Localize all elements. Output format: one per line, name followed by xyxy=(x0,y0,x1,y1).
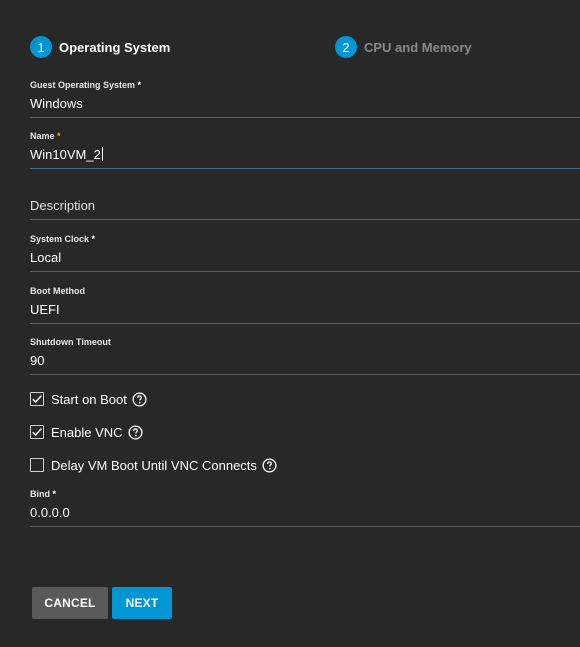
help-icon[interactable] xyxy=(132,391,147,407)
field-underline xyxy=(30,323,580,324)
enable-vnc-label: Enable VNC xyxy=(51,424,123,440)
field-underline xyxy=(30,271,580,272)
stepper: 1 Operating System 2 CPU and Memory xyxy=(30,36,580,58)
field-label: Boot Method xyxy=(30,286,85,296)
guest-os-select[interactable]: Guest Operating System * Windows xyxy=(30,79,580,118)
next-button[interactable]: NEXT xyxy=(112,587,172,619)
start-on-boot-checkbox[interactable] xyxy=(30,392,44,406)
checkmark-icon xyxy=(32,428,42,437)
field-label: System Clock * xyxy=(30,234,96,244)
shutdown-timeout-field[interactable]: Shutdown Timeout 90 xyxy=(30,336,580,375)
field-label: Guest Operating System * xyxy=(30,80,142,90)
guest-os-value: Windows xyxy=(30,96,83,111)
description-placeholder: Description xyxy=(30,198,96,213)
system-clock-select[interactable]: System Clock * Local xyxy=(30,233,580,272)
enable-vnc-checkbox[interactable] xyxy=(30,425,44,439)
boot-method-select[interactable]: Boot Method UEFI xyxy=(30,285,580,324)
start-on-boot-label: Start on Boot xyxy=(51,391,127,407)
field-underline xyxy=(30,219,580,220)
help-icon[interactable] xyxy=(128,424,143,440)
delay-vm-boot-label: Delay VM Boot Until VNC Connects xyxy=(51,457,257,473)
start-on-boot-row: Start on Boot xyxy=(30,390,147,408)
bind-value: 0.0.0.0 xyxy=(30,505,70,520)
field-underline xyxy=(30,374,580,375)
name-field[interactable]: Name * Win10VM_2 xyxy=(30,130,580,169)
checkmark-icon xyxy=(32,395,42,404)
step-operating-system[interactable]: 1 Operating System xyxy=(30,36,170,58)
system-clock-value: Local xyxy=(30,250,62,265)
description-field[interactable]: Description xyxy=(30,196,580,220)
name-value: Win10VM_2 xyxy=(30,147,103,162)
field-underline xyxy=(30,168,580,169)
field-underline xyxy=(30,117,580,118)
field-label: Shutdown Timeout xyxy=(30,337,111,347)
step-number: 1 xyxy=(30,36,52,58)
delay-vm-boot-checkbox[interactable] xyxy=(30,458,44,472)
boot-method-value: UEFI xyxy=(30,302,60,317)
help-icon[interactable] xyxy=(262,457,277,473)
text-caret xyxy=(101,147,103,161)
cancel-button[interactable]: CANCEL xyxy=(32,587,108,619)
enable-vnc-row: Enable VNC xyxy=(30,423,143,441)
shutdown-timeout-value: 90 xyxy=(30,353,45,368)
field-label: Bind * xyxy=(30,489,57,499)
step-label: CPU and Memory xyxy=(364,39,472,55)
bind-select[interactable]: Bind * 0.0.0.0 xyxy=(30,488,580,527)
step-cpu-and-memory[interactable]: 2 CPU and Memory xyxy=(335,36,472,58)
field-underline xyxy=(30,526,580,527)
field-label: Name * xyxy=(30,131,61,141)
step-number: 2 xyxy=(335,36,357,58)
step-label: Operating System xyxy=(59,39,171,55)
delay-vm-boot-row: Delay VM Boot Until VNC Connects xyxy=(30,456,277,474)
